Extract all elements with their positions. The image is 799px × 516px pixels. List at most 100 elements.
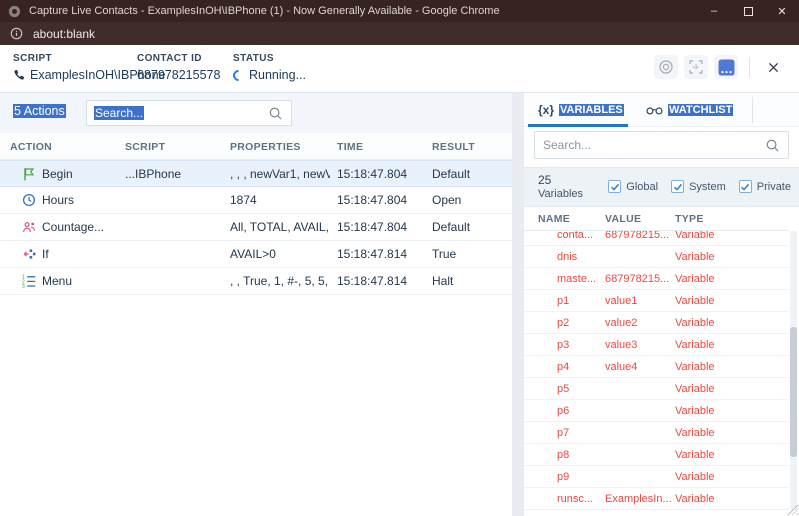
variable-table-row[interactable]: dnis Variable: [524, 246, 789, 268]
variable-type-cell: Variable: [675, 290, 715, 312]
variable-type-cell: Variable: [675, 356, 715, 378]
variable-table-row[interactable]: runsc... ExamplesIn... Variable: [524, 488, 789, 510]
action-properties-cell: All, TOTAL, AVAIL, ...: [230, 214, 330, 241]
action-table-row[interactable]: Countage... All, TOTAL, AVAIL, ... 15:18…: [0, 214, 512, 241]
action-properties-cell: , , , newVar1, newV...: [230, 161, 330, 188]
variables-panel: {x} VARIABLES WATCHLIST 25 Variables Glo…: [524, 93, 799, 516]
scrollbar-thumb[interactable]: [790, 327, 797, 457]
branch-icon: [22, 247, 36, 261]
page-info-icon[interactable]: [10, 27, 23, 40]
tab-variables[interactable]: {x} VARIABLES: [538, 93, 624, 127]
column-action[interactable]: ACTION: [10, 141, 52, 153]
action-time-cell: 15:18:47.804: [337, 187, 407, 214]
variable-name-cell: maste...: [557, 268, 603, 290]
tab-watchlist-label: WATCHLIST: [668, 104, 733, 116]
action-result-cell: Open: [432, 187, 461, 214]
action-time-cell: 15:18:47.814: [337, 241, 407, 268]
action-name-cell: Hours: [42, 187, 74, 214]
column-name[interactable]: NAME: [538, 213, 570, 225]
action-name-cell: If: [42, 241, 49, 268]
filter-label: Private: [757, 181, 791, 193]
filter-label: Global: [626, 181, 658, 193]
variable-table-row[interactable]: p5 Variable: [524, 378, 789, 400]
app-header: SCRIPT ExamplesInOH\IBPhone CONTACT ID 6…: [0, 45, 799, 93]
variable-name-cell: p3: [557, 334, 603, 356]
actions-table-body: Begin ...IBPhone , , , newVar1, newV... …: [0, 160, 512, 295]
status-label: STATUS: [233, 53, 306, 64]
browser-urlbar: about:blank: [0, 22, 799, 45]
action-table-row[interactable]: If AVAIL>0 15:18:47.814 True: [0, 241, 512, 268]
action-table-row[interactable]: 123 Menu , , True, 1, #-, 5, 5, ... 15:1…: [0, 268, 512, 295]
variable-table-row[interactable]: p4 value4 Variable: [524, 356, 789, 378]
contact-id-label: CONTACT ID: [137, 53, 220, 64]
action-script-cell: ...IBPhone: [125, 161, 181, 188]
variable-type-cell: Variable: [675, 466, 715, 488]
url-text[interactable]: about:blank: [33, 27, 95, 41]
variable-table-row[interactable]: p7 Variable: [524, 422, 789, 444]
checkbox-icon: [608, 180, 621, 193]
variable-table-row[interactable]: p6 Variable: [524, 400, 789, 422]
filter-checkbox-system[interactable]: System: [671, 180, 726, 193]
variable-value-cell: ExamplesIn...: [605, 488, 671, 510]
variables-search-input[interactable]: [535, 132, 788, 158]
variable-type-cell: Variable: [675, 378, 715, 400]
column-properties[interactable]: PROPERTIES: [230, 141, 301, 153]
flag-icon: [22, 167, 36, 181]
close-panel-button[interactable]: [761, 55, 785, 79]
variable-name-cell: p8: [557, 444, 603, 466]
actions-search-input[interactable]: Search...: [86, 100, 292, 126]
variable-value-cell: value3: [605, 334, 671, 356]
column-script[interactable]: SCRIPT: [125, 141, 165, 153]
variable-type-cell: Variable: [675, 488, 715, 510]
expand-icon: [688, 59, 704, 75]
status-field: STATUS Running...: [233, 53, 306, 82]
column-type[interactable]: TYPE: [675, 213, 704, 225]
expand-button[interactable]: [684, 55, 708, 79]
phone-icon: [13, 69, 25, 81]
variable-name-cell: p7: [557, 422, 603, 444]
variable-table-row[interactable]: conta... 687978215... Variable: [524, 231, 789, 246]
actions-table-header: ACTION SCRIPT PROPERTIES TIME RESULT: [0, 133, 512, 160]
variable-table-row[interactable]: p3 value3 Variable: [524, 334, 789, 356]
filter-checkbox-global[interactable]: Global: [608, 180, 658, 193]
variable-table-row[interactable]: p1 value1 Variable: [524, 290, 789, 312]
tab-watchlist[interactable]: WATCHLIST: [646, 93, 733, 127]
close-window-button[interactable]: ✕: [765, 0, 799, 22]
action-properties-cell: 1874: [230, 187, 330, 214]
variable-table-row[interactable]: maste... 687978215... Variable: [524, 268, 789, 290]
action-properties-cell: AVAIL>0: [230, 241, 330, 268]
actions-count-badge: 5 Actions: [13, 104, 66, 118]
variable-table-row[interactable]: p2 value2 Variable: [524, 312, 789, 334]
status-value: Running...: [249, 68, 306, 82]
variable-name-cell: p6: [557, 400, 603, 422]
variables-scrollbar[interactable]: [790, 231, 797, 510]
variable-table-row[interactable]: p9 Variable: [524, 466, 789, 488]
action-table-row[interactable]: Hours 1874 15:18:47.804 Open: [0, 187, 512, 214]
glasses-icon: [646, 104, 663, 116]
dock-layout-button[interactable]: [714, 55, 738, 79]
action-time-cell: 15:18:47.804: [337, 214, 407, 241]
action-name-cell: Menu: [42, 268, 72, 295]
actions-toolbar: 5 Actions Search...: [0, 93, 512, 133]
column-value[interactable]: VALUE: [605, 213, 641, 225]
variable-type-cell: Variable: [675, 312, 715, 334]
people-icon: [22, 220, 36, 234]
variable-value-cell: 687978215...: [605, 268, 671, 290]
action-name-cell: Countage...: [42, 214, 104, 241]
variable-type-cell: Variable: [675, 334, 715, 356]
action-time-cell: 15:18:47.814: [337, 268, 407, 295]
action-result-cell: Default: [432, 161, 470, 188]
variable-type-cell: Variable: [675, 268, 715, 290]
variable-type-cell: Variable: [675, 400, 715, 422]
variable-type-cell: Variable: [675, 231, 715, 246]
actions-panel: 5 Actions Search... ACTION SCRIPT PROPER…: [0, 93, 512, 516]
variable-table-row[interactable]: p8 Variable: [524, 444, 789, 466]
filter-checkbox-private[interactable]: Private: [739, 180, 791, 193]
maximize-button[interactable]: [731, 0, 765, 22]
variables-icon: {x}: [538, 103, 554, 117]
column-result[interactable]: RESULT: [432, 141, 475, 153]
record-button[interactable]: [654, 55, 678, 79]
action-table-row[interactable]: Begin ...IBPhone , , , newVar1, newV... …: [0, 160, 512, 187]
column-time[interactable]: TIME: [337, 141, 363, 153]
minimize-button[interactable]: –: [697, 0, 731, 22]
